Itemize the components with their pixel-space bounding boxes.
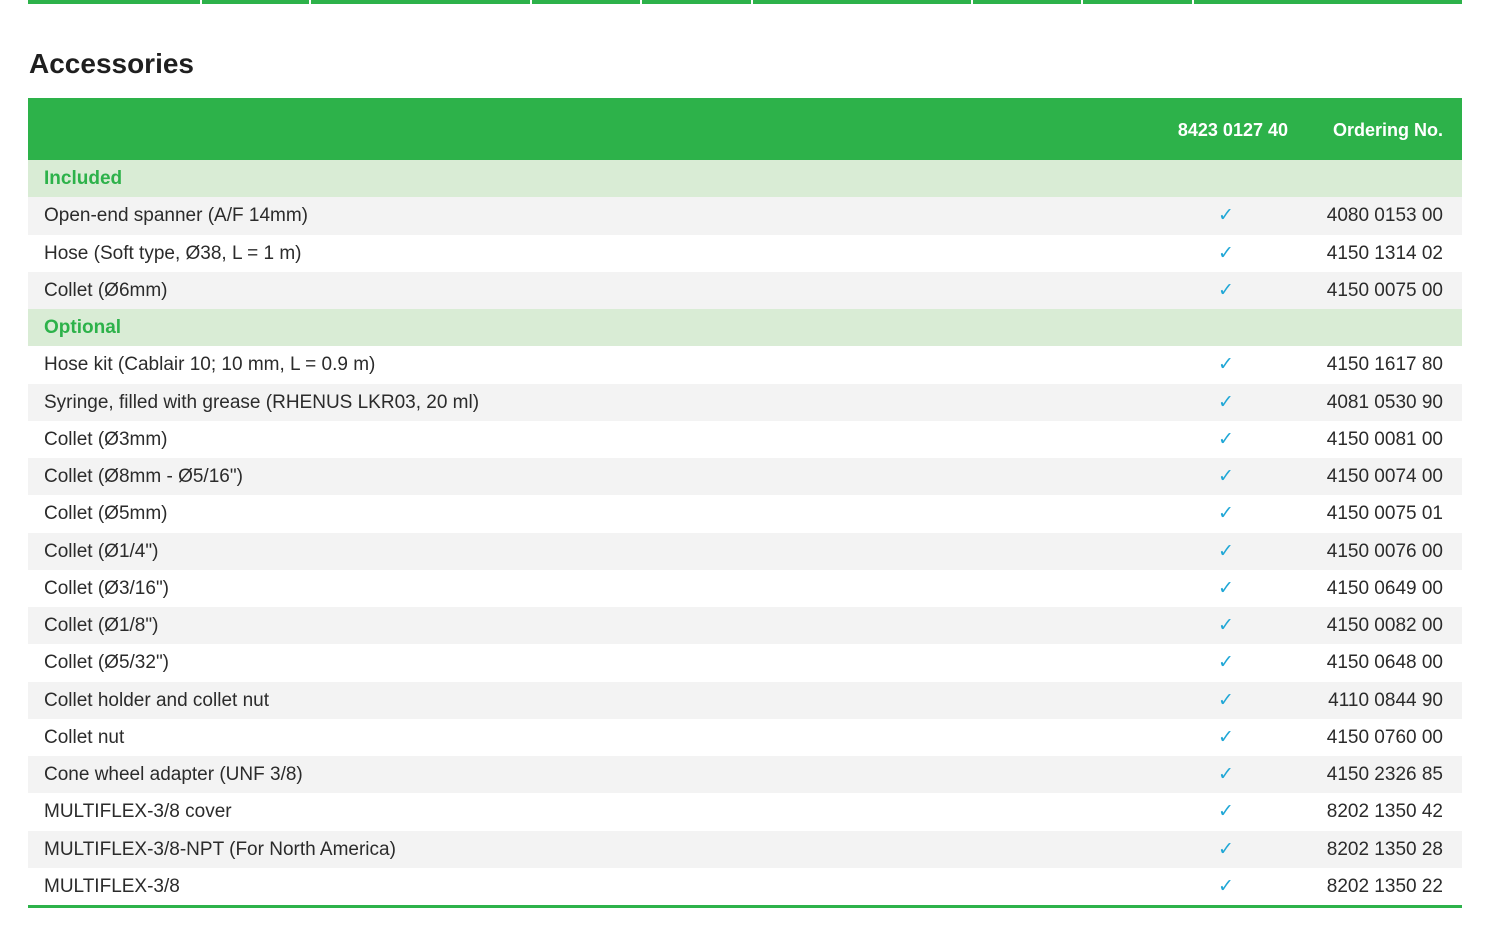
top-divider: [28, 0, 1462, 4]
bottom-divider: [28, 905, 1462, 908]
item-label: Cone wheel adapter (UNF 3/8): [44, 764, 303, 785]
item-label: Open-end spanner (A/F 14mm): [44, 205, 309, 227]
table-row: Collet (Ø6mm) ✓ 4150 0075 00: [28, 271, 1462, 309]
ordering-number: 4150 0075 01: [1326, 503, 1443, 525]
table-row: Hose kit (Cablair 10; 10 mm, L = 0.9 m) ✓…: [28, 346, 1462, 384]
group-label: Optional: [44, 317, 122, 338]
ordering-number: 4150 2326 85: [1326, 764, 1443, 785]
table-header: 8423 0127 40 Ordering No.: [28, 98, 1462, 160]
item-label: Hose (Soft type, Ø38, L = 1 m): [44, 242, 302, 264]
ordering-number: 8202 1350 22: [1326, 875, 1443, 897]
check-icon: ✓: [1218, 838, 1234, 860]
item-label: MULTIFLEX-3/8-NPT (For North America): [44, 838, 396, 860]
check-icon: ✓: [1218, 875, 1234, 897]
table-row: Collet holder and collet nut ✓ 4110 0844 9…: [28, 681, 1462, 719]
item-label: Collet (Ø3mm): [44, 428, 168, 450]
ordering-number: 4150 0648 00: [1326, 652, 1443, 674]
header-model-number: 8423 0127 40: [1177, 120, 1288, 140]
check-icon: ✓: [1218, 577, 1234, 599]
group-label: Included: [44, 168, 123, 189]
table-row: Collet (Ø1/4") ✓ 4150 0076 00: [28, 532, 1462, 570]
check-icon: ✓: [1218, 242, 1234, 264]
check-icon: ✓: [1218, 764, 1234, 785]
ordering-number: 4081 0530 90: [1326, 391, 1443, 413]
ordering-number: 4150 0081 00: [1326, 428, 1443, 450]
ordering-number: 4150 0649 00: [1326, 577, 1443, 599]
ordering-number: 8202 1350 28: [1326, 838, 1443, 860]
header-ordering-no: Ordering No.: [1332, 120, 1443, 140]
ordering-number: 4150 1314 02: [1326, 242, 1443, 264]
table-body: Included Open-end spanner (A/F 14mm) ✓ 4080…: [28, 160, 1462, 905]
table-row: Collet (Ø8mm - Ø5/16") ✓ 4150 0074 00: [28, 458, 1462, 496]
item-label: Collet (Ø1/4"): [44, 540, 159, 562]
table-row: Syringe, filled with grease (RHENUS LKR0…: [28, 383, 1462, 421]
item-label: Collet (Ø8mm - Ø5/16"): [44, 466, 243, 487]
check-icon: ✓: [1218, 726, 1234, 748]
item-label: Hose kit (Cablair 10; 10 mm, L = 0.9 m): [44, 354, 376, 376]
check-icon: ✓: [1218, 428, 1234, 450]
item-label: MULTIFLEX-3/8 cover: [44, 801, 232, 823]
ordering-number: 4150 0760 00: [1326, 726, 1443, 748]
check-icon: ✓: [1218, 466, 1234, 487]
check-icon: ✓: [1218, 503, 1234, 525]
item-label: Collet holder and collet nut: [44, 689, 269, 711]
ordering-number: 4150 0082 00: [1326, 615, 1443, 636]
item-label: Collet (Ø6mm): [44, 279, 168, 301]
check-icon: ✓: [1218, 801, 1234, 823]
table-row: Hose (Soft type, Ø38, L = 1 m) ✓ 4150 1314…: [28, 234, 1462, 272]
item-label: Collet (Ø5/32"): [44, 652, 170, 674]
table-row: MULTIFLEX-3/8 cover ✓ 8202 1350 42: [28, 793, 1462, 831]
item-label: Syringe, filled with grease (RHENUS LKR0…: [44, 391, 480, 413]
check-icon: ✓: [1218, 652, 1234, 674]
group-row-optional: Optional: [28, 309, 1462, 347]
table-row: Open-end spanner (A/F 14mm) ✓ 4080 0153 00: [28, 197, 1462, 235]
ordering-number: 4080 0153 00: [1326, 205, 1443, 227]
accessories-table: 8423 0127 40 Ordering No. Included Open-e…: [28, 98, 1462, 908]
table-row: Collet (Ø5/32") ✓ 4150 0648 00: [28, 644, 1462, 682]
ordering-number: 4150 0074 00: [1326, 466, 1443, 487]
item-label: MULTIFLEX-3/8: [44, 875, 180, 897]
item-label: Collet (Ø3/16"): [44, 577, 170, 599]
table-row: Collet (Ø3/16") ✓ 4150 0649 00: [28, 569, 1462, 607]
check-icon: ✓: [1218, 540, 1234, 562]
table-row: MULTIFLEX-3/8 ✓ 8202 1350 22: [28, 867, 1462, 905]
check-icon: ✓: [1218, 279, 1234, 301]
table-row: Collet (Ø1/8") ✓ 4150 0082 00: [28, 607, 1462, 645]
ordering-number: 4150 1617 80: [1326, 354, 1443, 376]
table-row: Collet nut ✓ 4150 0760 00: [28, 718, 1462, 756]
check-icon: ✓: [1218, 354, 1234, 376]
check-icon: ✓: [1218, 391, 1234, 413]
check-icon: ✓: [1218, 689, 1234, 711]
ordering-number: 4150 0075 00: [1326, 279, 1443, 301]
item-label: Collet nut: [44, 726, 125, 748]
ordering-number: 4150 0076 00: [1326, 540, 1443, 562]
table-row: Collet (Ø3mm) ✓ 4150 0081 00: [28, 420, 1462, 458]
ordering-number: 8202 1350 42: [1326, 801, 1443, 823]
ordering-number: 4110 0844 90: [1328, 689, 1443, 711]
item-label: Collet (Ø1/8"): [44, 615, 159, 636]
check-icon: ✓: [1218, 615, 1234, 636]
table-row: MULTIFLEX-3/8-NPT (For North America) ✓ 82…: [28, 830, 1462, 868]
group-row-included: Included: [28, 160, 1462, 198]
section-title: Accessories: [29, 48, 195, 79]
table-row: Cone wheel adapter (UNF 3/8) ✓ 4150 2326 8…: [28, 756, 1462, 794]
table-row: Collet (Ø5mm) ✓ 4150 0075 01: [28, 495, 1462, 533]
check-icon: ✓: [1218, 205, 1234, 227]
item-label: Collet (Ø5mm): [44, 503, 168, 525]
